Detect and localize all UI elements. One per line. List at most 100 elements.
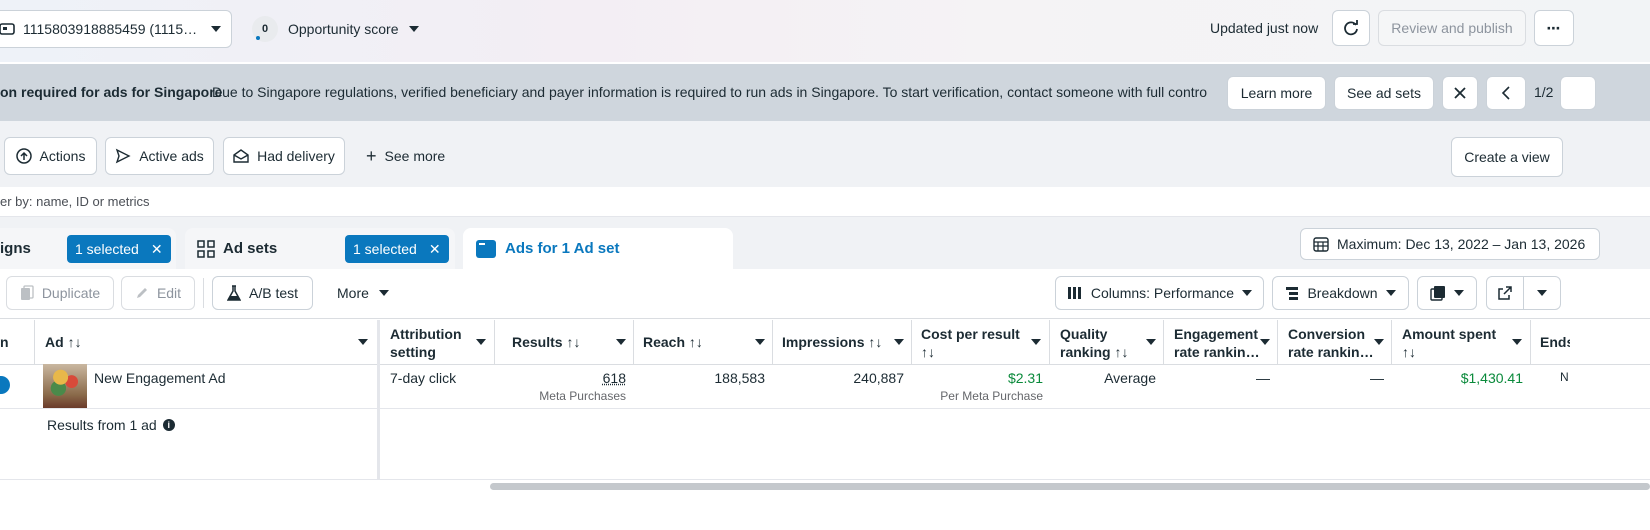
- chevron-down-icon: [755, 339, 765, 345]
- columns-icon: [1067, 286, 1083, 300]
- updated-status: Updated just now: [1210, 20, 1319, 36]
- had-delivery-filter-button[interactable]: Had delivery: [223, 137, 345, 175]
- quality-ranking-value: Average: [1104, 370, 1156, 386]
- chevron-down-icon: [1537, 290, 1547, 296]
- column-header-engagement-ranking[interactable]: Engagement rate rankin…: [1174, 325, 1274, 369]
- ab-test-button[interactable]: A/B test: [212, 276, 313, 310]
- ab-test-label: A/B test: [248, 285, 299, 301]
- cost-per-result-value: $2.31: [1007, 370, 1043, 386]
- dismiss-banner-button[interactable]: [1442, 76, 1478, 110]
- column-separator[interactable]: [34, 320, 35, 364]
- duplicate-button[interactable]: Duplicate: [6, 276, 114, 310]
- date-range-button[interactable]: Maximum: Dec 13, 2022 – Jan 13, 2026: [1300, 228, 1600, 260]
- search-bar[interactable]: [0, 187, 1650, 217]
- ad-header-label: Ad: [45, 334, 64, 350]
- banner-title: on required for ads for Singapore: [0, 84, 223, 100]
- edit-button[interactable]: Edit: [121, 276, 195, 310]
- envelope-open-icon: [233, 148, 249, 164]
- date-range-label: Maximum: Dec 13, 2022 – Jan 13, 2026: [1337, 236, 1586, 252]
- export-button[interactable]: [1486, 276, 1524, 310]
- edit-label: Edit: [156, 285, 182, 301]
- ad-name-link[interactable]: New Engagement Ad: [94, 370, 226, 386]
- column-header-conversion-ranking[interactable]: Conversion rate rankin…: [1288, 325, 1388, 369]
- create-view-label: Create a view: [1464, 149, 1550, 165]
- banner-message: Due to Singapore regulations, verified b…: [212, 84, 1207, 100]
- chevron-down-icon: [1454, 290, 1464, 296]
- column-separator[interactable]: [1277, 320, 1278, 364]
- column-header-amount-spent[interactable]: Amount spent ↑↓: [1402, 325, 1526, 369]
- column-separator[interactable]: [1049, 320, 1050, 364]
- column-separator[interactable]: [1163, 320, 1164, 364]
- more-label: More: [337, 285, 369, 301]
- chevron-left-icon: [1501, 86, 1511, 100]
- chevron-down-icon: [358, 339, 368, 345]
- more-options-button[interactable]: ⋯: [1534, 10, 1574, 46]
- chevron-down-icon: [211, 26, 222, 32]
- tab-ads-label: Ads for 1 Ad set: [505, 240, 620, 257]
- chevron-down-icon: [1031, 339, 1041, 345]
- duplicate-icon: [20, 285, 34, 301]
- sort-icon: ↑↓: [67, 334, 82, 350]
- gauge-dot: [256, 36, 260, 40]
- plus-icon: +: [366, 146, 377, 166]
- columns-button[interactable]: Columns: Performance: [1055, 276, 1264, 310]
- actions-label: Actions: [39, 148, 86, 164]
- column-separator[interactable]: [1530, 320, 1531, 364]
- ellipsis-icon: ⋯: [1546, 19, 1562, 36]
- results-header-label: Results: [512, 334, 563, 350]
- campaigns-selected-chip[interactable]: 1 selected ✕: [67, 235, 171, 263]
- sort-icon: ↑↓: [1110, 344, 1129, 360]
- column-separator[interactable]: [1391, 320, 1392, 364]
- breakdown-button[interactable]: Breakdown: [1272, 276, 1409, 310]
- column-separator[interactable]: [633, 320, 634, 364]
- adsets-selected-chip[interactable]: 1 selected ✕: [345, 235, 449, 263]
- see-ad-sets-label: See ad sets: [1347, 85, 1421, 101]
- next-notice-button[interactable]: [1560, 76, 1596, 110]
- see-more-label: See more: [384, 148, 446, 164]
- reach-value: 188,583: [714, 370, 765, 386]
- info-icon[interactable]: i: [162, 419, 175, 431]
- refresh-button[interactable]: [1332, 10, 1370, 46]
- close-icon[interactable]: ✕: [151, 241, 163, 258]
- review-publish-button[interactable]: Review and publish: [1378, 10, 1526, 46]
- column-separator[interactable]: [772, 320, 773, 364]
- amount-spent-value: $1,430.41: [1460, 370, 1523, 386]
- row-toggle[interactable]: [0, 376, 10, 394]
- previous-notice-button[interactable]: [1486, 76, 1526, 110]
- ends-value: N: [1560, 370, 1569, 384]
- chevron-down-icon: [1242, 290, 1253, 296]
- export-options-button[interactable]: [1523, 276, 1561, 310]
- results-summary-label: Results from 1 ad: [47, 417, 157, 433]
- notice-pager: 1/2: [1534, 84, 1554, 100]
- more-actions-button[interactable]: More: [337, 285, 389, 301]
- tab-ads[interactable]: Ads for 1 Ad set: [463, 228, 733, 269]
- impressions-header-label: Impressions: [782, 334, 865, 350]
- cost-per-result-subtext: Per Meta Purchase: [940, 389, 1043, 403]
- active-ads-filter-button[interactable]: Active ads: [105, 137, 214, 175]
- results-value[interactable]: 618: [560, 370, 626, 386]
- column-header-cost-per-result[interactable]: Cost per result ↑↓: [921, 325, 1045, 369]
- see-ad-sets-button[interactable]: See ad sets: [1334, 76, 1434, 110]
- calendar-icon: [1313, 236, 1329, 252]
- column-header-partial[interactable]: n: [0, 333, 9, 377]
- see-more-filters-button[interactable]: + See more: [366, 146, 446, 166]
- reports-button[interactable]: [1417, 276, 1477, 310]
- account-selector[interactable]: 1115803918885459 (1115…: [0, 10, 232, 48]
- reach-header-label: Reach: [643, 334, 686, 350]
- column-header-quality-ranking[interactable]: Quality ranking ↑↓: [1060, 325, 1160, 369]
- engagement-header-line2: rate rankin…: [1174, 344, 1260, 360]
- opportunity-count: 0: [261, 23, 269, 35]
- campaigns-chip-label: 1 selected: [75, 241, 139, 257]
- grid-icon: [197, 239, 215, 258]
- actions-filter-button[interactable]: Actions: [4, 137, 97, 175]
- create-view-button[interactable]: Create a view: [1451, 137, 1563, 177]
- column-separator[interactable]: [911, 320, 912, 364]
- ends-header-label: Ends: [1540, 334, 1570, 350]
- horizontal-scrollbar[interactable]: [490, 483, 1650, 490]
- opportunity-score[interactable]: 0 Opportunity score: [252, 16, 419, 42]
- refresh-icon: [1342, 19, 1360, 37]
- column-separator[interactable]: [494, 320, 495, 364]
- column-header-attribution[interactable]: Attribution setting: [390, 325, 490, 369]
- close-icon[interactable]: ✕: [429, 241, 441, 258]
- learn-more-button[interactable]: Learn more: [1227, 76, 1326, 110]
